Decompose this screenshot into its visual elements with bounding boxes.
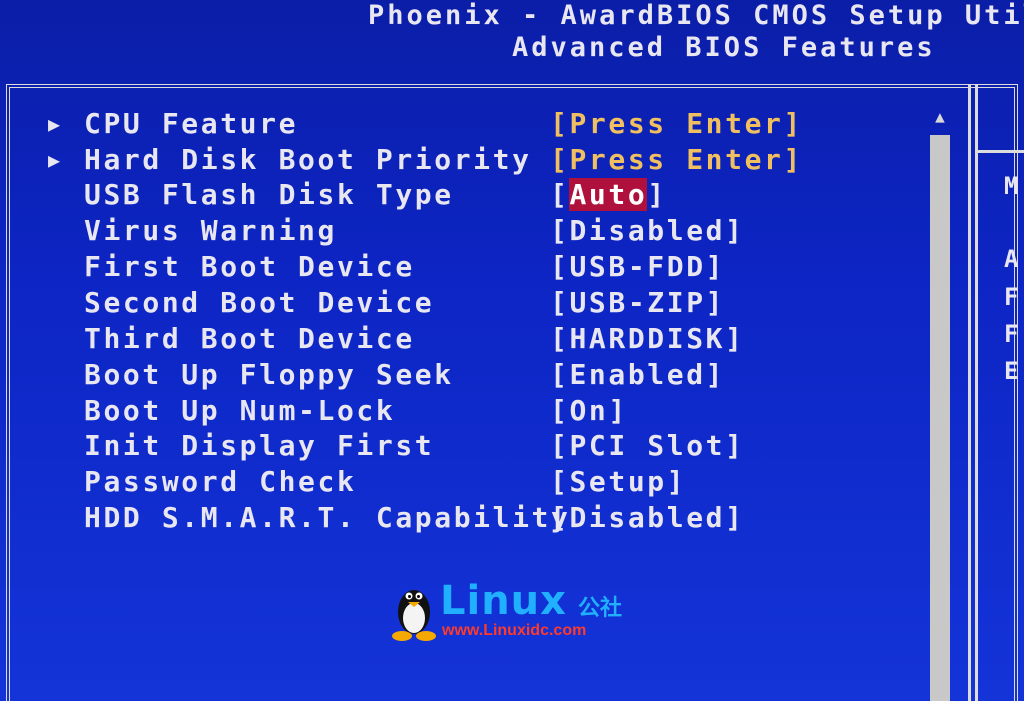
menu-item-boot-up-floppy-seek[interactable]: Boot Up Floppy Seek [Enabled] [0,357,960,393]
help-text-line: F [1004,320,1019,348]
menu-item-value[interactable]: [USB-ZIP] [550,285,725,321]
menu-item-usb-flash-disk-type[interactable]: USB Flash Disk Type [Auto] [0,177,960,213]
menu-item-label: CPU Feature [84,107,299,140]
menu-item-label: Boot Up Num-Lock [84,394,396,427]
watermark-brand: Linux [440,578,567,624]
bios-title: Phoenix - AwardBIOS CMOS Setup Utili [368,0,1024,31]
menu-item-label: Virus Warning [84,214,337,247]
panel-divider [968,84,978,701]
menu-item-hard-disk-boot-priority[interactable]: ▶ Hard Disk Boot Priority [Press Enter] [0,142,960,178]
bracket-open: [ [550,178,570,211]
page-title: Advanced BIOS Features [512,32,936,63]
menu-item-value[interactable]: [Enabled] [550,357,725,393]
help-text-line: F [1004,283,1019,311]
menu-item-virus-warning[interactable]: Virus Warning [Disabled] [0,213,960,249]
help-text-line: E [1004,357,1019,385]
menu-item-label: USB Flash Disk Type [84,178,454,211]
menu-item-value[interactable]: [USB-FDD] [550,249,725,285]
menu-item-value[interactable]: [Setup] [550,464,686,500]
penguin-icon [392,590,436,641]
menu-item-init-display-first[interactable]: Init Display First [PCI Slot] [0,428,960,464]
menu-item-label: First Boot Device [84,250,415,283]
help-text-line: M [1004,172,1019,200]
submenu-arrow-icon: ▶ [48,148,61,172]
menu-item-second-boot-device[interactable]: Second Boot Device [USB-ZIP] [0,285,960,321]
menu-item-label: Password Check [84,465,357,498]
help-text-line: A [1004,245,1019,273]
menu-item-value[interactable]: [Disabled] [550,500,745,536]
menu-item-label: Init Display First [84,429,435,462]
menu-item-label: Hard Disk Boot Priority [84,143,532,176]
menu-item-cpu-feature[interactable]: ▶ CPU Feature [Press Enter] [0,106,960,142]
menu-item-label: Boot Up Floppy Seek [84,358,454,391]
menu-item-label: Third Boot Device [84,322,415,355]
selected-value-highlight[interactable]: Auto [569,178,648,211]
menu-item-value[interactable]: [Press Enter] [550,106,803,142]
menu-item-value[interactable]: [On] [550,393,628,429]
submenu-arrow-icon: ▶ [48,112,61,136]
menu-item-value[interactable]: [HARDDISK] [550,321,745,357]
menu-item-first-boot-device[interactable]: First Boot Device [USB-FDD] [0,249,960,285]
menu-item-third-boot-device[interactable]: Third Boot Device [HARDDISK] [0,321,960,357]
watermark: Linux 公社 www.Linuxidc.com [388,578,648,644]
menu-item-boot-up-num-lock[interactable]: Boot Up Num-Lock [On] [0,393,960,429]
help-separator [978,150,1024,153]
menu-item-value[interactable]: [Press Enter] [550,142,803,178]
watermark-url: www.Linuxidc.com [442,622,587,639]
menu-item-value[interactable]: [Disabled] [550,213,745,249]
watermark-brand-cn: 公社 [578,596,623,621]
bracket-close: ] [647,178,667,211]
menu-item-password-check[interactable]: Password Check [Setup] [0,464,960,500]
header: Phoenix - AwardBIOS CMOS Setup Utili Adv… [0,0,1024,80]
menu-item-label: HDD S.M.A.R.T. Capability [84,501,571,534]
bios-screen: Phoenix - AwardBIOS CMOS Setup Utili Adv… [0,0,1024,701]
menu-item-label: Second Boot Device [84,286,435,319]
menu-item-value[interactable]: [PCI Slot] [550,428,745,464]
menu-item-hdd-smart-capability[interactable]: HDD S.M.A.R.T. Capability [Disabled] [0,500,960,536]
menu-item-value[interactable]: [Auto] [550,177,667,213]
